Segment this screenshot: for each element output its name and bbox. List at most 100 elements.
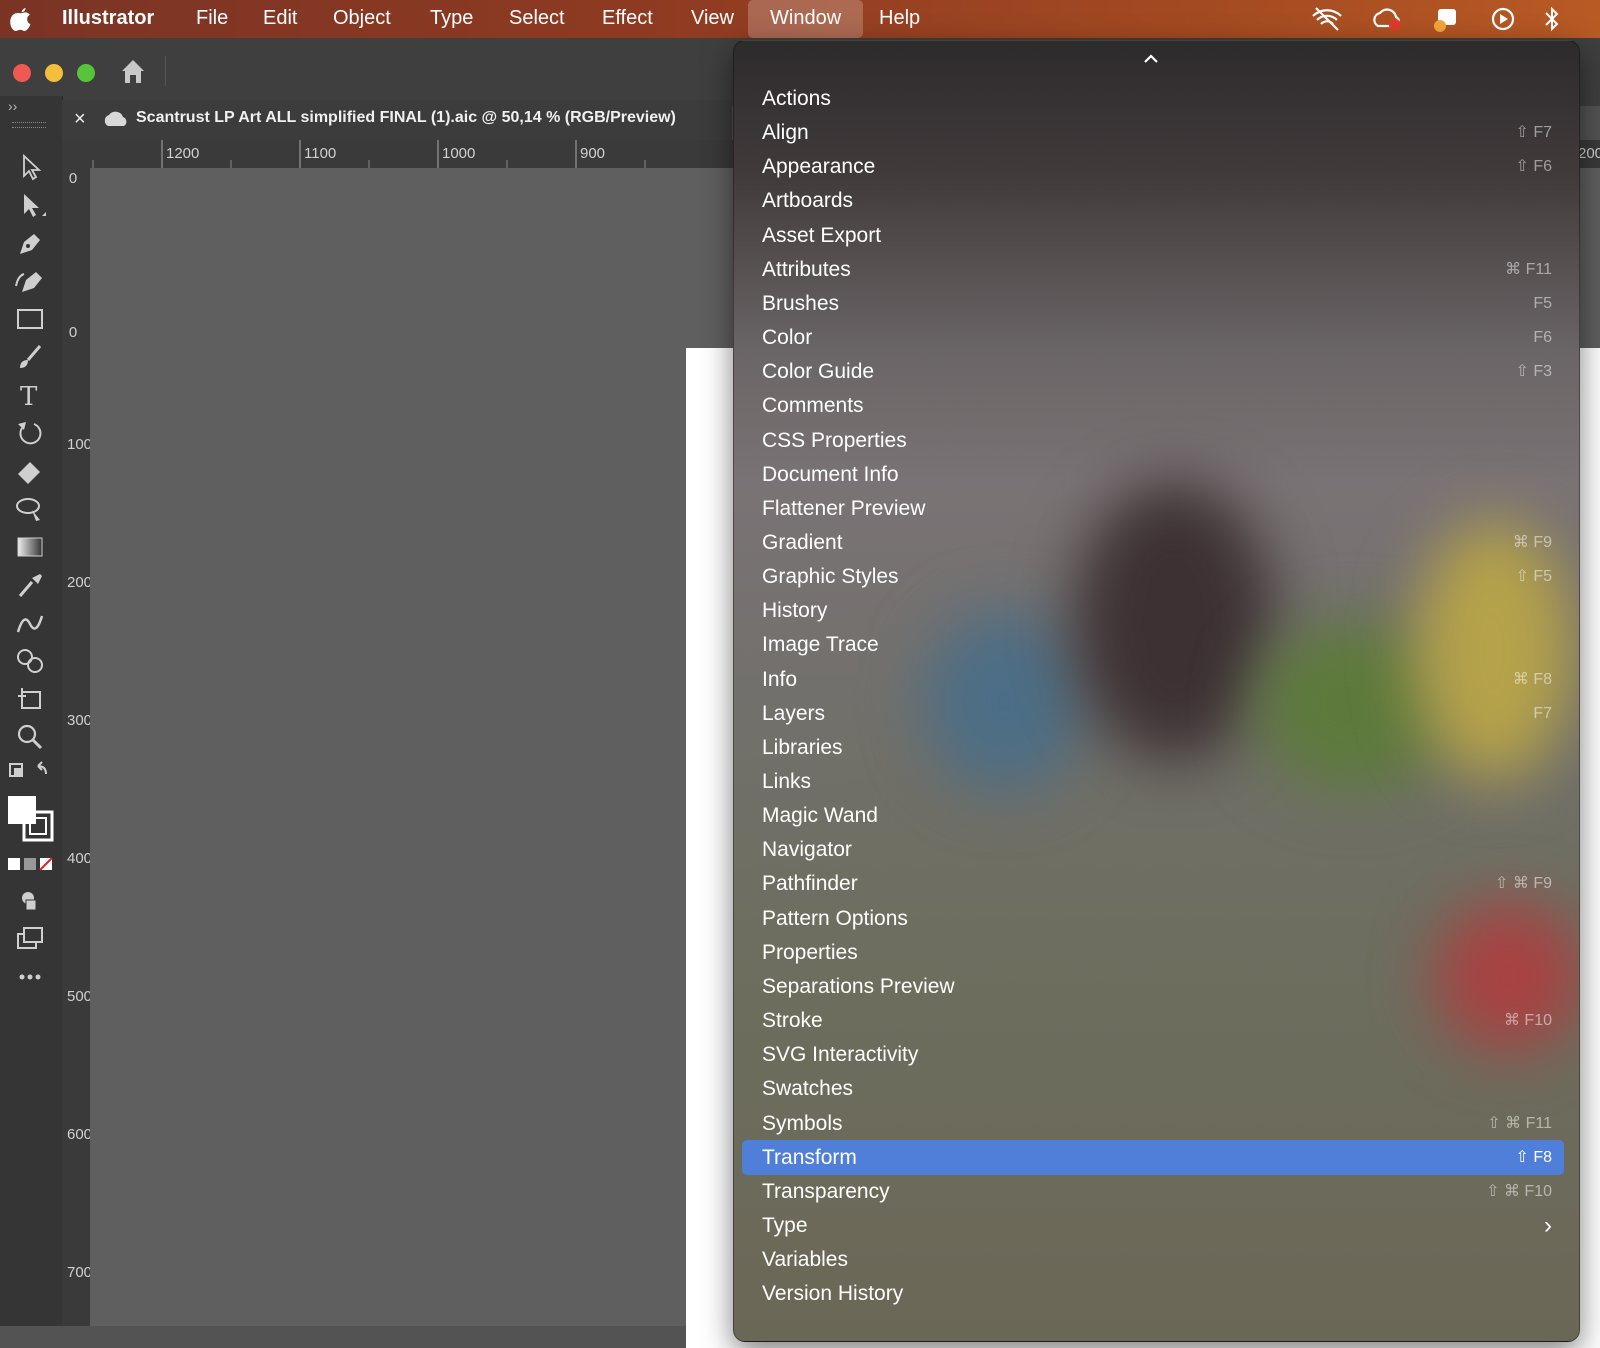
menu-type[interactable]: Type	[430, 0, 473, 38]
ruler-label: 300	[67, 712, 93, 729]
menu-item-links[interactable]: Links	[742, 764, 1564, 799]
menu-select[interactable]: Select	[509, 0, 565, 38]
panel-grip[interactable]	[12, 122, 46, 128]
screen-mode-icon[interactable]	[14, 924, 46, 954]
menu-item-svg-interactivity[interactable]: SVG Interactivity	[742, 1037, 1564, 1072]
document-tab[interactable]: × Scantrust LP Art ALL simplified FINAL …	[62, 100, 732, 140]
menu-item-layers[interactable]: Layers F7	[742, 696, 1564, 731]
menu-window[interactable]: Window	[748, 0, 864, 38]
menu-edit[interactable]: Edit	[263, 0, 297, 38]
menu-item-css-properties[interactable]: CSS Properties	[742, 423, 1564, 458]
menu-item-separations-preview[interactable]: Separations Preview	[742, 969, 1564, 1004]
menu-item-label: CSS Properties	[762, 429, 907, 452]
menu-item-shortcut: ⇧ F6	[1515, 158, 1552, 175]
menu-help[interactable]: Help	[879, 0, 920, 38]
menu-view[interactable]: View	[691, 0, 734, 38]
menu-item-color-guide[interactable]: Color Guide ⇧ F3	[742, 354, 1564, 389]
color-mode-icons[interactable]	[8, 856, 54, 877]
menu-item-comments[interactable]: Comments	[742, 388, 1564, 423]
close-tab-button[interactable]: ×	[74, 108, 86, 131]
scroll-up-chevron-icon[interactable]	[1139, 49, 1163, 69]
menu-item-properties[interactable]: Properties	[742, 935, 1564, 970]
menu-item-artboards[interactable]: Artboards	[742, 183, 1564, 218]
rectangle-tool-icon[interactable]	[14, 304, 46, 334]
menu-object[interactable]: Object	[333, 0, 391, 38]
eyedropper-tool-icon[interactable]	[14, 570, 46, 600]
close-window-button[interactable]	[13, 64, 31, 82]
menu-bar: Illustrator File Edit Object Type Select…	[0, 0, 1600, 38]
blend-tool-icon[interactable]	[14, 608, 46, 638]
menu-effect[interactable]: Effect	[602, 0, 653, 38]
type-tool-icon[interactable]: T	[14, 380, 46, 412]
ruler-label: 200	[1578, 145, 1600, 162]
app-name-menu[interactable]: Illustrator	[62, 0, 154, 38]
bluetooth-icon[interactable]	[1542, 6, 1568, 32]
eraser-tool-icon[interactable]	[14, 456, 46, 486]
menu-item-attributes[interactable]: Attributes ⌘ F11	[742, 252, 1564, 287]
menu-item-swatches[interactable]: Swatches	[742, 1071, 1564, 1106]
paintbrush-tool-icon[interactable]	[14, 342, 46, 372]
menu-item-symbols[interactable]: Symbols ⇧ ⌘ F11	[742, 1106, 1564, 1141]
menu-item-stroke[interactable]: Stroke ⌘ F10	[742, 1003, 1564, 1038]
collapse-panel-icon[interactable]: ››	[8, 98, 17, 114]
menu-item-color[interactable]: Color F6	[742, 320, 1564, 355]
menu-item-shortcut: F7	[1533, 705, 1552, 722]
menu-item-pattern-options[interactable]: Pattern Options	[742, 901, 1564, 936]
zoom-tool-icon[interactable]	[14, 722, 46, 752]
menu-item-graphic-styles[interactable]: Graphic Styles ⇧ F5	[742, 559, 1564, 594]
ruler-label: 400	[67, 850, 93, 867]
ruler-label: 700	[67, 1264, 93, 1281]
menu-item-label: Stroke	[762, 1009, 823, 1032]
home-icon[interactable]	[118, 56, 148, 91]
minimize-window-button[interactable]	[45, 64, 63, 82]
menu-file[interactable]: File	[196, 0, 228, 38]
menu-item-transparency[interactable]: Transparency ⇧ ⌘ F10	[742, 1174, 1564, 1209]
artboard-tool-icon[interactable]	[14, 684, 46, 714]
menu-item-shortcut: ⌘ F11	[1505, 261, 1552, 278]
menu-item-info[interactable]: Info ⌘ F8	[742, 662, 1564, 697]
menu-item-brushes[interactable]: Brushes F5	[742, 286, 1564, 321]
curvature-tool-icon[interactable]	[14, 266, 46, 296]
menu-item-shortcut: ⇧ ⌘ F10	[1486, 1183, 1552, 1200]
draw-mode-icon[interactable]	[14, 886, 46, 916]
menu-item-magic-wand[interactable]: Magic Wand	[742, 798, 1564, 833]
menu-item-label: Swatches	[762, 1077, 854, 1100]
menu-item-actions[interactable]: Actions	[742, 81, 1564, 116]
menu-item-type[interactable]: Type ›	[742, 1208, 1564, 1243]
menu-item-document-info[interactable]: Document Info	[742, 457, 1564, 492]
menu-item-flattener-preview[interactable]: Flattener Preview	[742, 491, 1564, 526]
menu-item-gradient[interactable]: Gradient ⌘ F9	[742, 525, 1564, 560]
selection-tool-icon[interactable]	[14, 152, 46, 182]
more-tools-icon[interactable]	[14, 962, 46, 992]
ruler-label: 1200	[166, 145, 200, 162]
play-circle-icon[interactable]	[1490, 6, 1516, 32]
menu-item-version-history[interactable]: Version History	[742, 1276, 1564, 1311]
rotate-tool-icon[interactable]	[14, 418, 46, 448]
menu-item-navigator[interactable]: Navigator	[742, 832, 1564, 867]
pen-tool-icon[interactable]	[14, 228, 46, 258]
wifi-off-icon[interactable]	[1310, 6, 1342, 32]
zoom-window-button[interactable]	[77, 64, 95, 82]
menu-item-transform[interactable]: Transform ⇧ F8	[742, 1140, 1564, 1175]
shape-builder-tool-icon[interactable]	[14, 646, 46, 676]
menu-item-libraries[interactable]: Libraries	[742, 730, 1564, 765]
gradient-tool-icon[interactable]	[14, 532, 46, 562]
swap-fill-stroke-icon[interactable]	[8, 760, 48, 790]
fill-stroke-swatch-icon[interactable]	[8, 796, 56, 849]
menu-item-align[interactable]: Align ⇧ F7	[742, 115, 1564, 150]
puppet-warp-tool-icon[interactable]	[14, 494, 46, 524]
menu-item-pathfinder[interactable]: Pathfinder ⇧ ⌘ F9	[742, 866, 1564, 901]
menu-item-variables[interactable]: Variables	[742, 1242, 1564, 1277]
creative-cloud-icon[interactable]	[1370, 6, 1401, 32]
music-notification-icon[interactable]	[1432, 6, 1458, 32]
menu-item-label: Variables	[762, 1248, 848, 1271]
menu-item-history[interactable]: History	[742, 593, 1564, 628]
direct-selection-tool-icon[interactable]	[14, 190, 46, 220]
menu-item-image-trace[interactable]: Image Trace	[742, 627, 1564, 662]
menu-item-appearance[interactable]: Appearance ⇧ F6	[742, 149, 1564, 184]
menu-item-label: SVG Interactivity	[762, 1043, 919, 1066]
menu-item-label: Actions	[762, 87, 831, 110]
apple-logo-icon[interactable]	[10, 0, 34, 38]
ruler-label: 0	[68, 324, 78, 341]
menu-item-asset-export[interactable]: Asset Export	[742, 218, 1564, 253]
